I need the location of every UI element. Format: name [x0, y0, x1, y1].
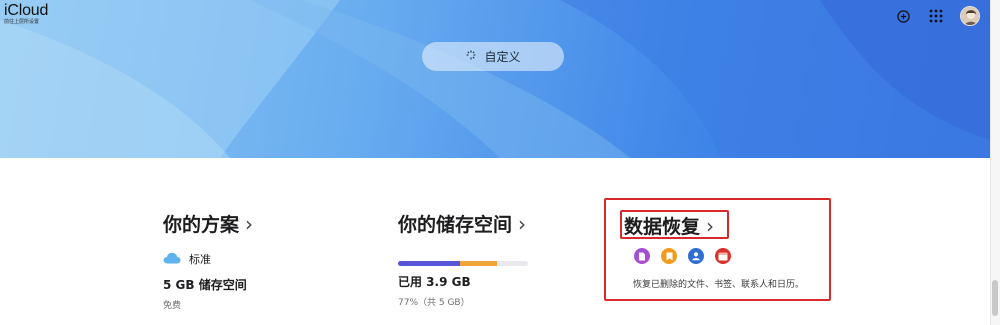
hero-banner: iCloud 前往上层所设置 自定义 — [0, 0, 990, 158]
storage-title: 你的储存空间 — [398, 214, 513, 236]
brand-subtitle: 前往上层所设置 — [4, 19, 40, 25]
recovery-description: 恢复已删除的文件、书签、联系人和日历。 — [633, 280, 805, 290]
plan-tier-row: 标准 — [163, 251, 253, 267]
chevron-right-icon: › — [245, 211, 254, 236]
usage-segment-primary — [398, 261, 461, 266]
grid-icon[interactable] — [927, 7, 945, 25]
storage-used-detail: 77%（共 5 GB） — [398, 298, 470, 308]
recovery-card: 数据恢复 › — [624, 212, 714, 239]
bookmarks-icon — [661, 248, 677, 264]
customize-button[interactable]: 自定义 — [422, 42, 564, 71]
plan-price: 免费 — [163, 301, 182, 311]
storage-card: 你的储存空间 › 已用 3.9 GB 77%（共 5 GB） — [398, 210, 528, 308]
recovery-title-link[interactable]: 数据恢复 › — [624, 212, 714, 239]
usage-segment-secondary — [460, 261, 497, 266]
recovery-title: 数据恢复 — [624, 216, 701, 238]
customize-label: 自定义 — [484, 50, 521, 64]
files-icon — [634, 248, 650, 264]
plan-title-link[interactable]: 你的方案 › — [163, 210, 253, 237]
plan-card: 你的方案 › 标准 5 GB 储存空间 免费 — [163, 210, 253, 312]
top-actions — [894, 6, 980, 26]
storage-used: 已用 3.9 GB — [398, 275, 471, 289]
scrollbar-thumb[interactable] — [992, 280, 998, 316]
recovery-icons — [634, 248, 731, 264]
cloud-icon — [163, 252, 181, 267]
vertical-scrollbar[interactable] — [990, 0, 1000, 325]
storage-title-link[interactable]: 你的储存空间 › — [398, 210, 528, 237]
icloud-page: iCloud 前往上层所设置 自定义 你的方案 › 标准 5 GB 储存空间 免… — [0, 0, 1000, 325]
chevron-right-icon: › — [706, 213, 715, 238]
avatar[interactable] — [960, 6, 980, 26]
top-bar: iCloud 前往上层所设置 — [0, 0, 990, 30]
plan-title: 你的方案 — [163, 214, 240, 236]
plan-storage: 5 GB 储存空间 — [163, 278, 247, 292]
plus-circle-icon[interactable] — [894, 7, 912, 25]
calendar-icon — [715, 248, 731, 264]
plan-tier: 标准 — [189, 253, 211, 266]
brand[interactable]: iCloud 前往上层所设置 — [4, 3, 48, 26]
sparkle-icon — [465, 49, 477, 64]
storage-usage-bar — [398, 261, 528, 266]
chevron-right-icon: › — [518, 211, 527, 236]
brand-title: iCloud — [4, 2, 49, 19]
contacts-icon — [688, 248, 704, 264]
